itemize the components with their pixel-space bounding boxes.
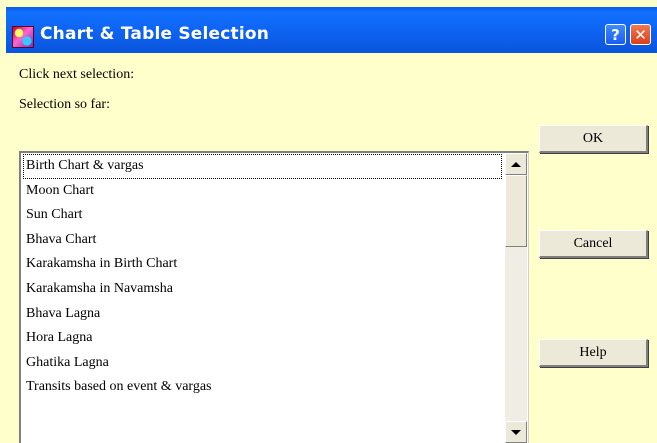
title-bar[interactable]: Chart & Table Selection ? ✕ — [6, 7, 657, 53]
list-item[interactable]: Ghatika Lagna — [23, 351, 502, 376]
app-icon — [12, 26, 34, 48]
scroll-up-button[interactable] — [505, 153, 527, 175]
list-items: Birth Chart & vargas Moon Chart Sun Chart B… — [23, 154, 502, 400]
selection-so-far-label: Selection so far: — [19, 97, 110, 112]
close-icon: ✕ — [634, 25, 647, 44]
click-next-label: Click next selection: — [19, 67, 135, 82]
cancel-button[interactable]: Cancel — [539, 230, 648, 258]
list-item[interactable]: Karakamsha in Navamsha — [23, 277, 502, 302]
ok-button[interactable]: OK — [539, 125, 648, 153]
list-item[interactable]: Karakamsha in Birth Chart — [23, 252, 502, 277]
selection-listbox[interactable]: Birth Chart & vargas Moon Chart Sun Chart B… — [19, 151, 529, 443]
close-button[interactable]: ✕ — [630, 24, 651, 45]
chart-table-selection-dialog: Chart & Table Selection ? ✕ Click next s… — [0, 0, 657, 443]
window-title: Chart & Table Selection — [40, 24, 270, 44]
help-button[interactable]: Help — [539, 339, 648, 367]
scroll-thumb[interactable] — [505, 175, 527, 247]
question-mark-icon: ? — [611, 25, 620, 44]
list-item[interactable]: Sun Chart — [23, 203, 502, 228]
vertical-scrollbar[interactable] — [505, 153, 527, 443]
list-item[interactable]: Hora Lagna — [23, 326, 502, 351]
arrow-down-icon — [511, 429, 521, 435]
list-item[interactable]: Moon Chart — [23, 179, 502, 204]
list-item[interactable]: Birth Chart & vargas — [23, 154, 502, 179]
arrow-up-icon — [511, 161, 521, 167]
list-item[interactable]: Bhava Chart — [23, 228, 502, 253]
scroll-down-button[interactable] — [505, 421, 527, 443]
title-help-button[interactable]: ? — [605, 24, 626, 45]
list-item[interactable]: Bhava Lagna — [23, 302, 502, 327]
list-item[interactable]: Transits based on event & vargas — [23, 375, 502, 400]
